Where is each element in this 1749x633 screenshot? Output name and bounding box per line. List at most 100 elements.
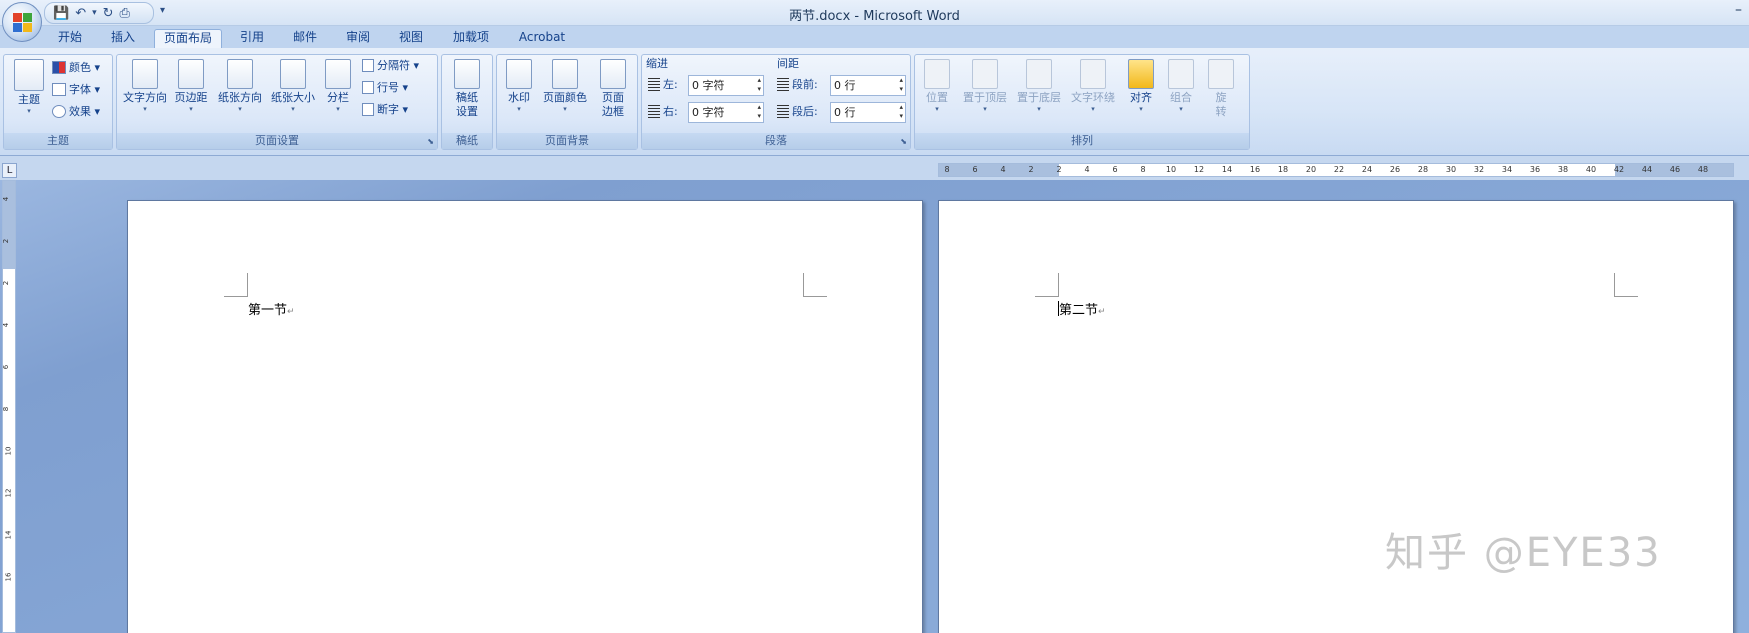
minimize-button[interactable]: – <box>1735 2 1749 18</box>
theme-effects-button[interactable]: 效果 ▾ <box>52 103 100 121</box>
tab-mailings[interactable]: 邮件 <box>283 29 327 48</box>
rotate-icon <box>1208 59 1234 89</box>
breaks-button[interactable]: 分隔符 ▾ <box>362 57 419 75</box>
text-direction-button[interactable]: 文字方向 ▾ <box>121 59 169 114</box>
page-2-heading[interactable]: 第二节↵ <box>1058 299 1106 318</box>
align-icon <box>1128 59 1154 89</box>
ribbon: 主题 ▾ 颜色 ▾ 字体 ▾ 效果 ▾ 主题 文字方向 ▾ 页边距 ▾ 纸张方向 ▾ <box>0 48 1749 156</box>
paragraph-group: 缩进 间距 左: 0 字符 ▴ ▾ 右: 0 字符 ▴ ▾ 段前: 0 行 ▴ ▾ 段后: … <box>641 54 911 150</box>
group-objects-button[interactable]: 组合 ▾ <box>1163 59 1199 114</box>
arrange-group-label: 排列 <box>915 133 1249 149</box>
send-to-back-icon <box>1026 59 1052 89</box>
spacing-before-spinner-icon[interactable]: ▴ ▾ <box>899 76 903 94</box>
send-to-back-button[interactable]: 置于底层 ▾ <box>1013 59 1065 114</box>
indent-right-field[interactable]: 0 字符 ▴ ▾ <box>688 102 764 123</box>
page-color-button[interactable]: 页面颜色 ▾ <box>539 59 591 114</box>
title-bar: 两节.docx - Microsoft Word – <box>0 0 1749 26</box>
spacing-before-field[interactable]: 0 行 ▴ ▾ <box>830 75 906 96</box>
text-direction-icon <box>132 59 158 89</box>
ruler-tick-label: 30 <box>1445 165 1457 174</box>
page-setup-group-label: 页面设置 <box>117 133 437 149</box>
ruler-tick-label: 32 <box>1473 165 1485 174</box>
ruler-tick-label: 8 <box>2 406 11 412</box>
ruler-tick-label: 40 <box>1585 165 1597 174</box>
columns-icon <box>325 59 351 89</box>
ruler-tick-label: 44 <box>1641 165 1653 174</box>
ruler-tick-label: 16 <box>4 572 13 582</box>
customize-qat-icon[interactable]: ▾ <box>160 5 165 16</box>
paragraph-group-label: 段落 <box>642 133 910 149</box>
orientation-button[interactable]: 纸张方向 ▾ <box>215 59 265 114</box>
page-setup-launcher-icon[interactable]: ⬊ <box>427 137 434 146</box>
manuscript-group-label: 稿纸 <box>442 133 492 149</box>
manuscript-settings-button[interactable]: 稿纸 设置 <box>446 59 488 119</box>
spacing-after-field[interactable]: 0 行 ▴ ▾ <box>830 102 906 123</box>
page-1-heading[interactable]: 第一节↵ <box>248 299 295 318</box>
tab-home[interactable]: 开始 <box>48 29 92 48</box>
theme-fonts-button[interactable]: 字体 ▾ <box>52 81 100 99</box>
crop-mark <box>224 273 248 297</box>
breaks-icon <box>362 59 374 72</box>
text-wrapping-button[interactable]: 文字环绕 ▾ <box>1067 59 1119 114</box>
ruler-tick-label: 22 <box>1333 165 1345 174</box>
tab-references[interactable]: 引用 <box>230 29 274 48</box>
tab-add-ins[interactable]: 加载项 <box>446 29 496 48</box>
tab-acrobat[interactable]: Acrobat <box>512 29 572 48</box>
columns-button[interactable]: 分栏 ▾ <box>321 59 355 114</box>
indent-left-spinner-icon[interactable]: ▴ ▾ <box>757 76 761 94</box>
ruler-tick-label: 16 <box>1249 165 1261 174</box>
tab-view[interactable]: 视图 <box>389 29 433 48</box>
ruler-tick-label: 12 <box>4 488 13 498</box>
paper-size-button[interactable]: 纸张大小 ▾ <box>268 59 318 114</box>
vertical-ruler[interactable]: 4 2 2 4 6 8 10 12 14 16 <box>2 180 16 633</box>
ruler-tick-label: 6 <box>1112 165 1118 174</box>
line-numbers-icon <box>362 81 374 94</box>
manuscript-icon <box>454 59 480 89</box>
tab-page-layout[interactable]: 页面布局 <box>154 29 222 48</box>
group-objects-icon <box>1168 59 1194 89</box>
paragraph-launcher-icon[interactable]: ⬊ <box>900 137 907 146</box>
page-background-group-label: 页面背景 <box>497 133 637 149</box>
office-button[interactable] <box>2 2 42 42</box>
ruler-tick-label: 4 <box>1000 165 1006 174</box>
hyphenation-icon <box>362 103 374 116</box>
position-icon <box>924 59 950 89</box>
tab-insert[interactable]: 插入 <box>101 29 145 48</box>
ruler-tick-label: 18 <box>1277 165 1289 174</box>
undo-dropdown-icon[interactable]: ▾ <box>92 8 97 18</box>
spacing-after-spinner-icon[interactable]: ▴ ▾ <box>899 103 903 121</box>
rotate-button[interactable]: 旋转 <box>1203 59 1239 119</box>
line-numbers-button[interactable]: 行号 ▾ <box>362 79 408 97</box>
page-borders-button[interactable]: 页面 边框 <box>595 59 631 119</box>
ruler-tick-label: 26 <box>1389 165 1401 174</box>
hyphenation-button[interactable]: 断字 ▾ <box>362 101 408 119</box>
print-preview-icon[interactable]: ⎙ <box>120 6 130 21</box>
page-background-group: 水印 ▾ 页面颜色 ▾ 页面 边框 页面背景 <box>496 54 638 150</box>
margins-button[interactable]: 页边距 ▾ <box>171 59 211 114</box>
tab-stop-selector[interactable]: L <box>2 163 17 178</box>
indent-title: 缩进 <box>646 57 668 70</box>
spacing-after-icon <box>777 105 789 118</box>
position-button[interactable]: 位置 ▾ <box>919 59 955 114</box>
horizontal-ruler[interactable]: 8 6 4 2 2 4 6 8 10 12 14 16 18 20 22 24 26 28 30 32 34 36 38 40… <box>938 163 1734 177</box>
save-icon[interactable]: 💾 <box>53 6 69 21</box>
theme-colors-button[interactable]: 颜色 ▾ <box>52 59 100 77</box>
ruler-tick-label: 2 <box>1056 165 1062 174</box>
page-color-icon <box>552 59 578 89</box>
indent-right-spinner-icon[interactable]: ▴ ▾ <box>757 103 761 121</box>
bring-to-front-button[interactable]: 置于顶层 ▾ <box>959 59 1011 114</box>
page-setup-group: 文字方向 ▾ 页边距 ▾ 纸张方向 ▾ 纸张大小 ▾ 分栏 ▾ 分隔符 ▾ 行号 ▾ 断字… <box>116 54 438 150</box>
spacing-after-label: 段后: <box>777 103 818 121</box>
align-button[interactable]: 对齐 ▾ <box>1123 59 1159 114</box>
tab-review[interactable]: 审阅 <box>336 29 380 48</box>
margins-icon <box>178 59 204 89</box>
redo-icon[interactable]: ↻ <box>103 6 114 21</box>
watermark-button[interactable]: 水印 ▾ <box>501 59 537 114</box>
undo-icon[interactable]: ↶ <box>75 6 86 21</box>
indent-left-field[interactable]: 0 字符 ▴ ▾ <box>688 75 764 96</box>
paragraph-mark: ↵ <box>1098 307 1106 317</box>
ruler-tick-label: 38 <box>1557 165 1569 174</box>
themes-button[interactable]: 主题 ▾ <box>8 59 50 116</box>
page-1[interactable]: 第一节↵ <box>127 200 923 633</box>
ruler-tick-label: 6 <box>972 165 978 174</box>
